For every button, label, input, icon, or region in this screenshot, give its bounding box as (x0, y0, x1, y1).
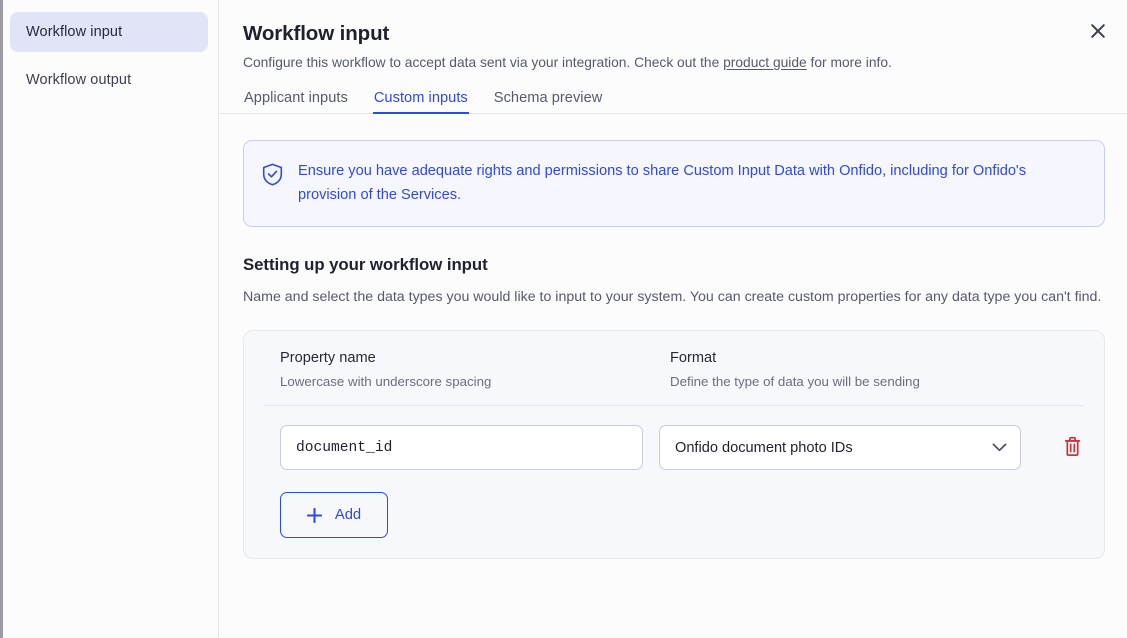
section-description: Name and select the data types you would… (243, 286, 1103, 308)
sidebar-item-workflow-output[interactable]: Workflow output (10, 60, 208, 100)
section-title: Setting up your workflow input (243, 255, 1105, 275)
tab-bar: Applicant inputs Custom inputs Schema pr… (243, 90, 1099, 114)
trash-icon (1063, 436, 1082, 460)
panel-body: Ensure you have adequate rights and perm… (219, 114, 1127, 559)
workflow-input-modal: Workflow input Workflow output Workflow … (0, 0, 1127, 638)
delete-row-button[interactable] (1059, 433, 1086, 463)
main-panel: Workflow input Configure this workflow t… (219, 0, 1127, 638)
close-icon[interactable] (1083, 16, 1113, 46)
table-row: Onfido document photo IDs (262, 425, 1086, 470)
page-scrollbar[interactable] (0, 0, 3, 638)
subtitle-text-after: for more info. (807, 55, 892, 70)
tab-schema-preview[interactable]: Schema preview (493, 90, 604, 114)
sidebar-item-label: Workflow input (26, 24, 122, 40)
permissions-notice-text: Ensure you have adequate rights and perm… (298, 160, 1084, 207)
column-label: Format (670, 350, 1086, 366)
page-subtitle: Configure this workflow to accept data s… (243, 53, 1099, 73)
column-hint: Lowercase with underscore spacing (280, 374, 670, 389)
add-row-button[interactable]: Add (280, 492, 388, 538)
add-row-label: Add (335, 507, 361, 523)
column-label: Property name (280, 350, 670, 366)
custom-inputs-card: Property name Lowercase with underscore … (243, 330, 1105, 559)
page-title: Workflow input (243, 22, 1099, 46)
column-header-format: Format Define the type of data you will … (670, 350, 1086, 389)
panel-header: Workflow input Configure this workflow t… (219, 0, 1127, 114)
shield-check-icon (262, 163, 283, 191)
plus-icon (307, 508, 322, 523)
format-select-value[interactable]: Onfido document photo IDs (659, 425, 1021, 470)
permissions-notice: Ensure you have adequate rights and perm… (243, 140, 1105, 227)
property-name-input[interactable] (280, 425, 643, 470)
sidebar-item-label: Workflow output (26, 72, 131, 88)
sidebar-item-workflow-input[interactable]: Workflow input (10, 12, 208, 52)
column-hint: Define the type of data you will be send… (670, 374, 1086, 389)
product-guide-link[interactable]: product guide (723, 55, 807, 70)
column-headers: Property name Lowercase with underscore … (262, 350, 1086, 389)
tab-applicant-inputs[interactable]: Applicant inputs (243, 90, 349, 114)
subtitle-text-before: Configure this workflow to accept data s… (243, 55, 723, 70)
card-divider (264, 405, 1084, 406)
tab-custom-inputs[interactable]: Custom inputs (373, 90, 469, 114)
column-header-property-name: Property name Lowercase with underscore … (280, 350, 670, 389)
format-select[interactable]: Onfido document photo IDs (659, 425, 1021, 470)
sidebar: Workflow input Workflow output (0, 0, 219, 638)
